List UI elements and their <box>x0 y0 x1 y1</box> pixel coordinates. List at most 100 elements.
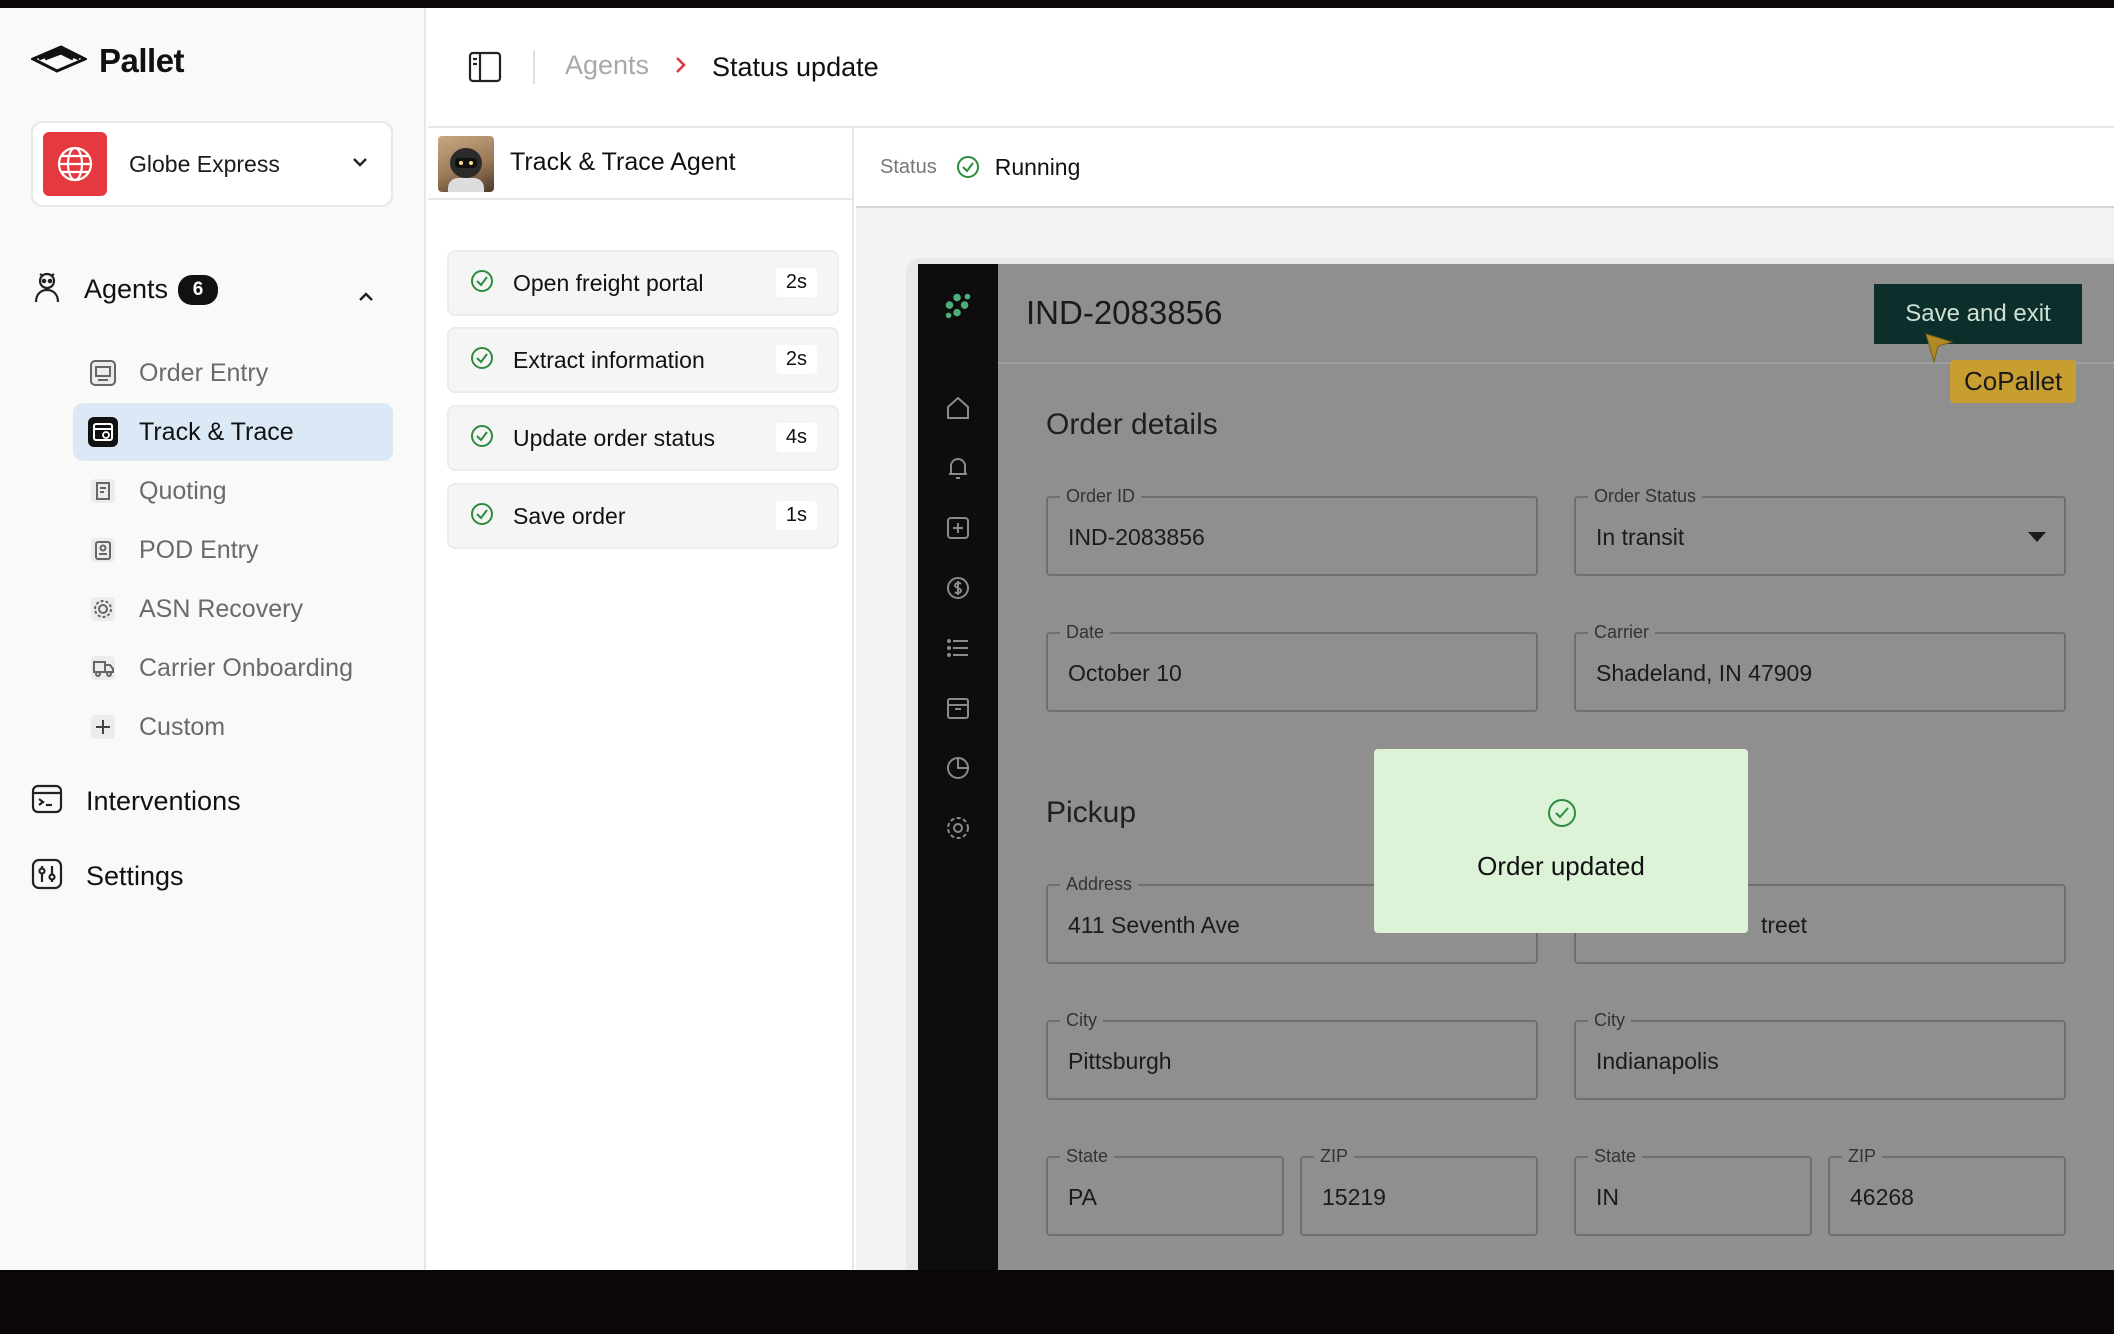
agent-avatar <box>438 136 494 192</box>
order-title: IND-2083856 <box>1026 294 1223 331</box>
sidebar-item-carrier-onboarding[interactable]: Carrier Onboarding <box>73 639 393 697</box>
dollar-icon[interactable] <box>942 572 974 604</box>
nav-agents-label: Agents <box>84 274 169 304</box>
breadcrumb-agents[interactable]: Agents <box>565 50 649 81</box>
step-item[interactable]: Extract information 2s <box>447 327 839 393</box>
sidebar-item-asn-recovery[interactable]: ASN Recovery <box>73 580 393 638</box>
status-label: Status <box>880 155 937 178</box>
carrier-field[interactable]: Carrier Shadeland, IN 47909 <box>1574 622 2066 712</box>
order-status-select[interactable]: Order Status In transit <box>1574 486 2066 576</box>
agents-count-badge: 6 <box>178 274 219 305</box>
field-value: In transit <box>1596 524 1685 550</box>
chevron-up-icon[interactable] <box>355 286 377 313</box>
sidebar-item-track-trace[interactable]: Track & Trace <box>73 403 393 461</box>
field-value: IND-2083856 <box>1068 524 1205 550</box>
check-circle-icon <box>469 501 495 532</box>
portal-logo-icon[interactable] <box>942 290 974 322</box>
pickup-city-field[interactable]: City Pittsburgh <box>1046 1010 1538 1100</box>
globe-icon <box>43 132 107 196</box>
sidebar-item-label: Track & Trace <box>139 417 294 446</box>
brand-logo[interactable]: Pallet <box>29 42 185 80</box>
field-label: Carrier <box>1588 622 1656 643</box>
nav-interventions[interactable]: Interventions <box>30 782 241 821</box>
check-circle-icon <box>955 154 981 180</box>
field-label: Date <box>1060 622 1111 643</box>
sidebar: Pallet Globe Express Agents 6 Order Entr… <box>0 8 426 1270</box>
field-label: City <box>1060 1010 1103 1031</box>
step-duration: 4s <box>775 423 817 452</box>
brand-name: Pallet <box>99 42 185 79</box>
delivery-city-field[interactable]: City Indianapolis <box>1574 1010 2066 1100</box>
date-field[interactable]: Date October 10 <box>1046 622 1538 712</box>
step-label: Update order status <box>513 424 716 451</box>
field-label: Address <box>1060 874 1139 895</box>
chevron-down-icon <box>349 151 371 178</box>
list-icon[interactable] <box>942 632 974 664</box>
check-circle-icon <box>469 268 495 299</box>
field-label: ZIP <box>1314 1146 1355 1167</box>
nav-interventions-label: Interventions <box>86 786 241 816</box>
sidebar-item-pod-entry[interactable]: POD Entry <box>73 521 393 579</box>
box-icon[interactable] <box>942 692 974 724</box>
freight-portal-screen: IND-2083856 Save and exit CoPallet Order… <box>918 264 2114 1270</box>
chevron-right-icon <box>672 54 690 81</box>
pie-chart-icon[interactable] <box>942 752 974 784</box>
nav-settings[interactable]: Settings <box>30 857 184 896</box>
field-label: ZIP <box>1842 1146 1883 1167</box>
status-value: Running <box>994 153 1081 180</box>
field-value: October 10 <box>1068 660 1182 686</box>
breadcrumb-current: Status update <box>712 52 879 82</box>
order-id-field[interactable]: Order ID IND-2083856 <box>1046 486 1538 576</box>
track-trace-icon <box>87 416 119 448</box>
org-switcher[interactable]: Globe Express <box>31 121 393 207</box>
agent-header: Track & Trace Agent <box>428 128 854 200</box>
settings-sliders-icon <box>30 857 64 896</box>
bell-icon[interactable] <box>942 452 974 484</box>
add-box-icon[interactable] <box>942 512 974 544</box>
agent-viewport: IND-2083856 Save and exit CoPallet Order… <box>856 208 2114 1270</box>
clipboard-icon <box>87 534 119 566</box>
home-icon[interactable] <box>942 392 974 424</box>
nav-agents[interactable]: Agents 6 <box>30 270 219 309</box>
check-circle-icon <box>469 345 495 376</box>
plus-icon <box>87 711 119 743</box>
sidebar-item-label: Order Entry <box>139 358 269 387</box>
sidebar-item-label: Custom <box>139 712 226 741</box>
truck-icon <box>87 652 119 684</box>
sidebar-item-order-entry[interactable]: Order Entry <box>73 344 393 402</box>
field-value: Pittsburgh <box>1068 1048 1172 1074</box>
step-item[interactable]: Save order 1s <box>447 483 839 549</box>
pallet-logo-icon <box>29 44 89 79</box>
step-item[interactable]: Update order status 4s <box>447 405 839 471</box>
order-details-heading: Order details <box>1046 408 1218 441</box>
step-item[interactable]: Open freight portal 2s <box>447 250 839 316</box>
sidebar-item-quoting[interactable]: Quoting <box>73 462 393 520</box>
pickup-heading: Pickup <box>1046 796 1137 829</box>
gear-icon <box>87 593 119 625</box>
nav-settings-label: Settings <box>86 861 184 891</box>
org-name: Globe Express <box>129 150 280 177</box>
toast-message: Order updated <box>1477 851 1645 881</box>
terminal-window-icon <box>30 782 64 821</box>
field-value: 15219 <box>1322 1184 1386 1210</box>
copallet-cursor-label: CoPallet <box>1950 360 2077 403</box>
pickup-state-field[interactable]: State PA <box>1046 1146 1284 1236</box>
sidebar-toggle-icon[interactable] <box>468 50 502 89</box>
gear-icon[interactable] <box>942 812 974 844</box>
robot-icon <box>30 270 64 309</box>
save-and-exit-button[interactable]: Save and exit <box>1874 284 2082 344</box>
header-divider <box>533 50 535 84</box>
field-label: State <box>1060 1146 1115 1167</box>
delivery-state-field[interactable]: State IN <box>1574 1146 1812 1236</box>
field-value: treet <box>1761 912 1808 938</box>
step-duration: 1s <box>775 501 817 530</box>
pickup-zip-field[interactable]: ZIP 15219 <box>1300 1146 1538 1236</box>
field-label: Order Status <box>1588 486 1703 507</box>
check-circle-icon <box>469 423 495 454</box>
delivery-zip-field[interactable]: ZIP 46268 <box>1828 1146 2066 1236</box>
sidebar-item-label: ASN Recovery <box>139 594 303 623</box>
dropdown-caret-icon <box>2028 532 2046 542</box>
field-label: Order ID <box>1060 486 1142 507</box>
sidebar-item-custom[interactable]: Custom <box>73 698 393 756</box>
field-value: IN <box>1596 1184 1619 1210</box>
